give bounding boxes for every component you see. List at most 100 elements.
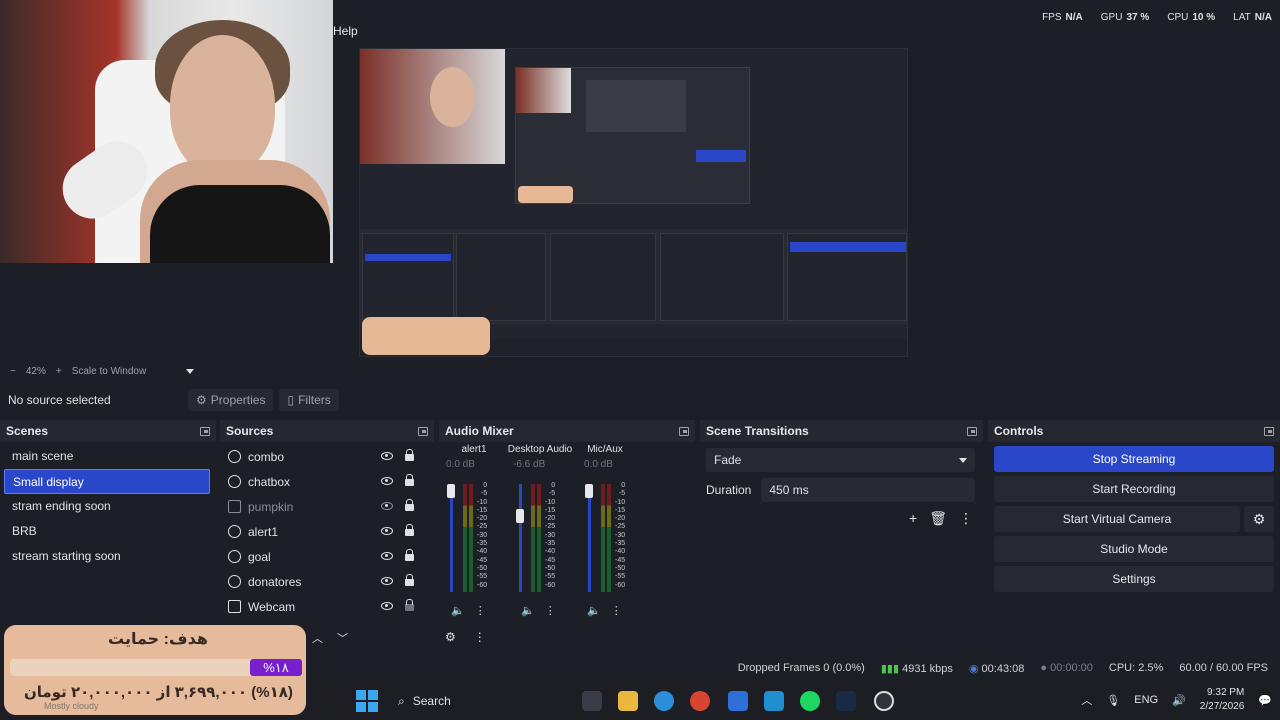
speaker-icon[interactable]: 🔈 [521, 604, 535, 617]
mic-icon[interactable]: 🎙 [1106, 694, 1120, 707]
taskbar-search[interactable]: ⌕ Search [390, 688, 530, 714]
transition-select[interactable]: Fade [706, 448, 975, 472]
duration-input[interactable]: 450 ms [761, 478, 975, 502]
lock-icon[interactable] [405, 599, 414, 611]
app-icon[interactable] [764, 691, 784, 711]
bitrate: ▮▮▮ 4931 kbps [880, 662, 953, 675]
float-icon[interactable] [200, 426, 210, 436]
speaker-icon[interactable]: 🔈 [451, 604, 465, 617]
stop-streaming-button[interactable]: Stop Streaming [994, 446, 1274, 472]
eye-icon[interactable] [381, 552, 393, 560]
source-item[interactable]: chatbox [220, 469, 434, 494]
source-item[interactable]: goal [220, 544, 434, 569]
task-view-icon[interactable] [582, 691, 602, 711]
chevron-up-icon[interactable]: ︿ [1081, 692, 1092, 708]
volume-knob[interactable] [585, 484, 593, 498]
add-icon[interactable]: + [909, 510, 917, 527]
transitions-title: Scene Transitions [706, 424, 809, 438]
eye-icon[interactable] [381, 577, 393, 585]
more-options-icon[interactable]: ⋮ [611, 604, 622, 617]
scene-item-selected[interactable]: Small display [4, 469, 210, 494]
virtual-camera-gear-icon[interactable]: ⚙ [1244, 506, 1274, 532]
volume-knob[interactable] [516, 509, 524, 523]
scene-item[interactable]: BRB [4, 519, 210, 544]
stream-preview[interactable] [359, 48, 908, 357]
studio-mode-button[interactable]: Studio Mode [994, 536, 1274, 562]
notification-icon[interactable]: 💬 [1258, 694, 1272, 707]
stat-gpu: GPU 37 % [1100, 12, 1150, 23]
eye-icon[interactable] [381, 602, 393, 610]
chevron-down-icon [186, 368, 195, 374]
scenes-dock: Scenes main scene Small display stram en… [0, 420, 216, 652]
start-button[interactable] [356, 690, 378, 712]
obs-icon[interactable] [874, 691, 894, 711]
fps-readout: 60.00 / 60.00 FPS [1179, 662, 1268, 674]
chrome-icon[interactable] [690, 691, 710, 711]
trash-icon[interactable]: 🗑 [929, 510, 947, 527]
lock-icon[interactable] [405, 449, 414, 461]
system-tray: ︿ 🎙 ENG 🔊 9:32 PM 2/27/2026 💬 [1081, 686, 1272, 714]
spotify-icon[interactable] [800, 691, 820, 711]
filters-button[interactable]: ▯ Filters [279, 389, 339, 411]
menu-help[interactable]: Help [333, 24, 358, 38]
performance-stats: FPS N/A GPU 37 % CPU 10 % LAT N/A [1042, 12, 1272, 23]
more-options-icon[interactable]: ⋮ [545, 604, 556, 617]
level-meter [607, 484, 611, 592]
volume-slider[interactable] [450, 484, 453, 592]
volume-knob[interactable] [447, 484, 455, 498]
volume-slider[interactable] [519, 484, 522, 592]
lock-icon[interactable] [405, 524, 414, 536]
float-icon[interactable] [1264, 426, 1274, 436]
move-up-button[interactable]: ︿ [312, 630, 323, 646]
eye-hidden-icon[interactable] [381, 502, 393, 510]
lock-icon[interactable] [405, 474, 414, 486]
eye-icon[interactable] [381, 477, 393, 485]
volume-icon[interactable]: 🔊 [1172, 694, 1186, 707]
source-item[interactable]: Webcam [220, 594, 434, 619]
eye-icon[interactable] [381, 452, 393, 460]
channel-name: alert1 [461, 444, 487, 455]
source-item[interactable]: pumpkin [220, 494, 434, 519]
goal-title: هدف: حمایت [108, 631, 208, 648]
float-icon[interactable] [679, 426, 689, 436]
lock-icon[interactable] [405, 574, 414, 586]
stat-lat: LAT N/A [1233, 12, 1272, 23]
mixer-menu-icon[interactable]: ⋮ [474, 630, 486, 644]
controls-dock: Controls Stop Streaming Start Recording … [988, 420, 1280, 652]
globe-icon [228, 450, 241, 463]
language-indicator[interactable]: ENG [1134, 694, 1158, 706]
source-item[interactable]: donatores [220, 569, 434, 594]
store-icon[interactable] [728, 691, 748, 711]
volume-slider[interactable] [588, 484, 591, 592]
move-down-button[interactable]: ﹀ [337, 630, 348, 646]
lock-icon[interactable] [405, 499, 414, 511]
globe-icon [228, 550, 241, 563]
settings-button[interactable]: Settings [994, 566, 1274, 592]
eye-icon[interactable] [381, 527, 393, 535]
start-recording-button[interactable]: Start Recording [994, 476, 1274, 502]
scale-mode-select[interactable]: Scale to Window [72, 366, 195, 377]
scene-item[interactable]: stream starting soon [4, 544, 210, 569]
scene-item[interactable]: main scene [4, 444, 210, 469]
speaker-icon[interactable]: 🔈 [587, 604, 601, 617]
zoom-out-button[interactable]: − [10, 366, 16, 377]
clock[interactable]: 9:32 PM 2/27/2026 [1200, 686, 1245, 714]
more-options-icon[interactable]: ⋮ [475, 604, 486, 617]
properties-button[interactable]: ⚙ Properties [188, 389, 274, 411]
more-options-icon[interactable]: ⋮ [959, 510, 973, 527]
source-item[interactable]: combo [220, 444, 434, 469]
zoom-in-button[interactable]: + [56, 366, 62, 377]
source-item[interactable]: alert1 [220, 519, 434, 544]
zoom-bar: − 42% + Scale to Window [0, 362, 1280, 380]
float-icon[interactable] [967, 426, 977, 436]
scene-transitions-dock: Scene Transitions Fade Duration 450 ms +… [700, 420, 983, 652]
lock-icon[interactable] [405, 549, 414, 561]
start-virtual-camera-button[interactable]: Start Virtual Camera [994, 506, 1240, 532]
file-explorer-icon[interactable] [618, 691, 638, 711]
edge-icon[interactable] [654, 691, 674, 711]
camera-icon [228, 600, 241, 613]
scene-item[interactable]: stram ending soon [4, 494, 210, 519]
advanced-audio-gear-icon[interactable]: ⚙ [445, 630, 456, 644]
steam-icon[interactable] [836, 691, 856, 711]
float-icon[interactable] [418, 426, 428, 436]
